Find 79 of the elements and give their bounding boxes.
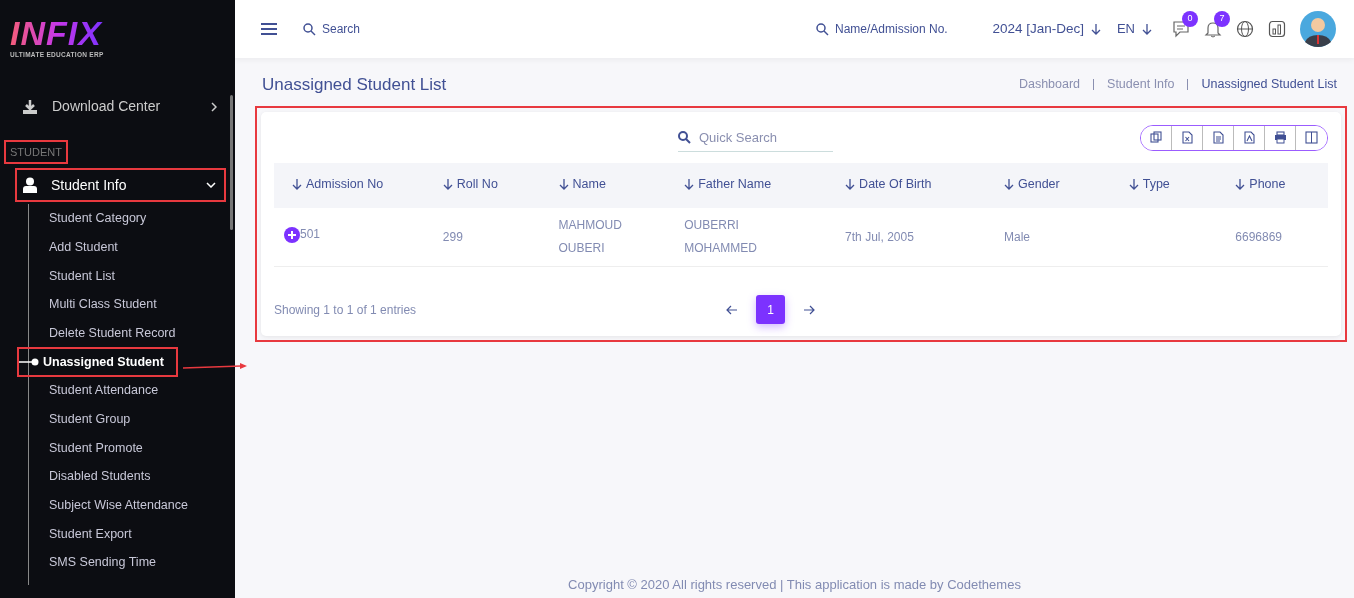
previous-page-icon[interactable] [726,304,738,315]
arrow-down-icon [1142,23,1152,35]
sort-arrow-icon [1004,178,1014,191]
avatar-icon[interactable] [1300,11,1336,47]
bell-icon[interactable] [1204,20,1222,38]
table-cell-text: MAHMOUD OUBERI [558,217,623,257]
search-icon [303,22,316,36]
sidebar-subitem[interactable]: Student Promote [29,433,235,463]
search-field[interactable]: Search [320,19,440,39]
sort-arrow-icon [1235,178,1246,191]
user-icon [23,177,37,194]
column-header[interactable]: Date Of Birth [827,163,986,208]
table-cell-text: 501 [300,226,321,244]
chevron-right-icon [211,101,217,112]
count-badge: 0 [1182,11,1198,27]
sidebar-subitem[interactable]: Add Student [29,232,235,262]
search-icon [678,130,691,144]
sort-arrow-icon [684,178,695,191]
sort-arrow-icon [845,178,856,191]
sidebar-item[interactable]: Student Info [17,170,224,201]
sidebar-subitem[interactable]: Subject Wise Attendance [29,491,235,520]
language-selector[interactable]: EN [1116,19,1135,39]
sidebar-subitem[interactable]: Student Export [29,519,235,549]
sidebar-subitem[interactable]: Student Attendance [29,376,235,406]
copy-icon [1149,131,1163,145]
column-header[interactable]: Gender [986,163,1111,208]
sidebar-subitem[interactable]: Student Category [29,204,235,233]
footer-text: Copyright © 2020 All rights reserved | This application is made by Codethemes [568,576,1021,592]
sort-arrow-icon [292,178,302,191]
entries-info: Showing 1 to 1 of 1 entries [274,301,418,319]
next-page-icon[interactable] [803,304,815,315]
table-cell-text: 7th Jul, 2005 [845,228,914,246]
column-header[interactable]: Type [1110,163,1218,208]
column-header[interactable]: Phone [1217,163,1328,208]
session-selector[interactable]: 2024 [Jan-Dec] [992,18,1084,40]
name-search-field[interactable]: Name/Admission No. [833,19,983,39]
table-cell-text: 6696869 [1235,228,1282,246]
sidebar-item[interactable]: Download Center [0,91,235,122]
page-button[interactable]: 1 [756,295,785,324]
breadcrumb-separator [1093,79,1095,91]
pdf-icon [1242,131,1256,145]
sort-arrow-icon [442,178,453,191]
copy-button[interactable] [1141,125,1172,150]
arrow-down-icon [1090,23,1101,35]
sidebar-subitem[interactable]: Multi Class Student [29,290,235,319]
download-icon [22,98,38,115]
sidebar-subitem[interactable]: Student List [29,261,235,291]
table-cell-text: Male [1004,228,1030,246]
chat-icon[interactable] [1172,20,1190,38]
active-marker-icon [19,358,39,367]
table-cell-text: 299 [442,228,463,246]
column-header[interactable]: Roll No [424,163,541,208]
sort-arrow-icon [558,178,569,191]
menu-icon[interactable] [261,23,277,35]
columns-icon [1305,131,1318,145]
column-header[interactable]: Admission No [274,163,425,208]
spreadsheet-icon [1180,131,1194,145]
sidebar-subitem[interactable]: SMS Sending Time [29,548,235,578]
sidebar-subitem[interactable]: Delete Student Record [29,319,235,348]
count-badge: 7 [1214,11,1230,27]
chevron-down-icon [206,182,216,189]
sort-arrow-icon [1128,178,1139,191]
breadcrumb-separator [1187,79,1189,91]
column-header[interactable]: Name [540,163,667,208]
annotation-arrow [183,363,247,371]
print-icon [1273,131,1287,145]
expand-plus-icon[interactable] [284,226,300,243]
chart-icon[interactable] [1268,20,1286,38]
sidebar-subitem[interactable]: Unassigned Student [39,352,164,372]
section-label: STUDENT [6,141,66,163]
search-icon [816,22,829,36]
page-title: Unassigned Student List [262,74,447,96]
table-cell-text: OUBERRI MOHAMMED [684,217,758,257]
breadcrumb-link[interactable]: Unassigned Student List [1201,75,1337,95]
sidebar-subitem[interactable]: Disabled Students [29,462,235,492]
column-header[interactable]: Father Name [666,163,828,208]
sidebar-subitem[interactable]: Student Group [29,405,235,434]
document-icon [1211,131,1225,145]
globe-icon[interactable] [1236,20,1254,38]
